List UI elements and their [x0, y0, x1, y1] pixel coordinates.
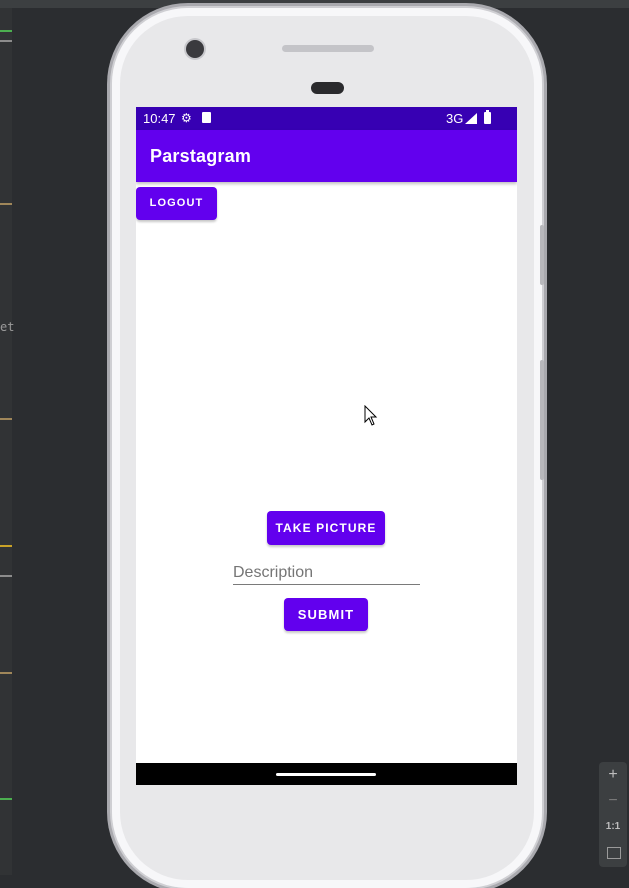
ide-top-toolbar [0, 0, 629, 8]
phone-volume-button [540, 360, 544, 480]
zoom-in-button[interactable]: + [599, 766, 627, 784]
logout-button[interactable]: LOGOUT [136, 187, 217, 220]
app-bar: Parstagram [136, 130, 517, 182]
gutter-marker [0, 203, 12, 205]
ide-code-fragment: et [0, 320, 15, 334]
gutter-marker [0, 672, 12, 674]
network-type: 3G [446, 111, 464, 126]
zoom-out-button[interactable]: − [599, 792, 627, 810]
home-gesture-handle[interactable] [276, 773, 376, 776]
settings-gear-icon: ⚙ [181, 111, 192, 125]
take-picture-button[interactable]: TAKE PICTURE [267, 511, 385, 545]
ide-left-gutter [0, 8, 12, 875]
gutter-marker [0, 40, 12, 42]
phone-side-button [540, 225, 544, 285]
gutter-marker [0, 798, 12, 800]
mouse-cursor-icon [364, 405, 378, 426]
status-time: 10:47 [143, 111, 176, 126]
battery-icon [484, 110, 491, 124]
front-camera [186, 40, 204, 58]
description-input[interactable] [233, 562, 420, 585]
app-title: Parstagram [150, 146, 252, 166]
actual-size-button[interactable]: 1:1 [599, 821, 627, 832]
proximity-sensor [311, 82, 344, 94]
gutter-marker [0, 545, 12, 547]
submit-button[interactable]: SUBMIT [284, 598, 368, 631]
navigation-bar [136, 763, 517, 785]
earpiece-speaker [282, 45, 374, 52]
device-screen: 10:47 ⚙ 3G Parstagram LOGOUT TAKE PICTUR… [136, 107, 517, 785]
signal-strength-icon [465, 113, 477, 124]
zoom-controls: + − 1:1 [599, 762, 627, 867]
gutter-marker [0, 30, 12, 32]
gutter-marker [0, 575, 12, 577]
status-bar: 10:47 ⚙ 3G [136, 107, 517, 130]
gutter-marker [0, 418, 12, 420]
sd-card-icon [202, 112, 211, 123]
fit-screen-icon[interactable] [607, 847, 621, 859]
